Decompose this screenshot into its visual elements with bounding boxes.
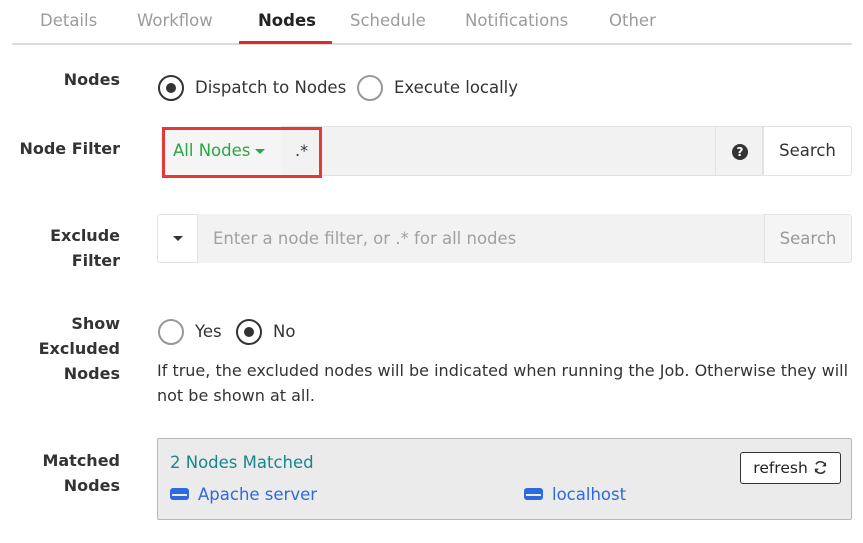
execute-locally-label[interactable]: Execute locally [394, 77, 518, 99]
show-excluded-no-radio[interactable] [236, 319, 262, 345]
tab-bar: Details Workflow Nodes Schedule Notifica… [12, 0, 852, 45]
node-name: localhost [552, 485, 627, 504]
tab-schedule[interactable]: Schedule [350, 11, 426, 30]
show-excluded-label-line1: Show [71, 314, 120, 333]
tab-notifications[interactable]: Notifications [465, 11, 568, 30]
node-filter-dropdown[interactable]: All Nodes [161, 127, 281, 175]
node-link-apache-server[interactable]: Apache server [170, 485, 317, 504]
server-icon [524, 487, 543, 500]
node-filter-input[interactable]: .* [281, 126, 715, 176]
exclude-filter-label-line2: Filter [71, 251, 120, 270]
exclude-filter-label: Exclude Filter [50, 223, 120, 273]
show-excluded-label-line3: Nodes [63, 364, 120, 383]
question-circle-icon: ? [732, 144, 748, 160]
server-icon [170, 487, 189, 500]
show-excluded-no-label[interactable]: No [273, 321, 295, 343]
exclude-filter-dropdown[interactable] [157, 214, 198, 263]
active-tab-indicator [239, 41, 332, 44]
tab-details[interactable]: Details [40, 11, 97, 30]
matched-nodes-count[interactable]: 2 Nodes Matched [170, 453, 314, 472]
refresh-icon [814, 460, 827, 475]
show-excluded-help-text: If true, the excluded nodes will be indi… [157, 361, 849, 405]
tab-nodes[interactable]: Nodes [258, 11, 316, 30]
tab-workflow[interactable]: Workflow [137, 11, 213, 30]
exclude-filter-label-line1: Exclude [50, 226, 120, 245]
show-excluded-label-line2: Excluded [38, 339, 120, 358]
caret-down-icon [255, 149, 266, 154]
node-link-localhost[interactable]: localhost [524, 485, 626, 504]
node-filter-search-button[interactable]: Search [763, 126, 852, 176]
node-filter-dropdown-label: All Nodes [173, 141, 251, 160]
matched-nodes-label-line1: Matched [42, 451, 120, 470]
show-excluded-yes-radio[interactable] [158, 319, 184, 345]
exclude-filter-input[interactable] [198, 214, 764, 263]
nodes-label: Nodes [63, 70, 120, 89]
matched-nodes-label: Matched Nodes [42, 448, 120, 498]
execute-locally-radio[interactable] [357, 75, 383, 101]
refresh-label: refresh [753, 459, 808, 477]
refresh-button[interactable]: refresh [740, 452, 841, 484]
caret-down-icon [173, 236, 183, 241]
filter-help-button[interactable]: ? [715, 126, 763, 176]
node-filter-label: Node Filter [19, 139, 120, 158]
matched-nodes-panel: 2 Nodes Matched refresh Apache server lo… [157, 438, 852, 520]
show-excluded-yes-label[interactable]: Yes [195, 321, 222, 343]
exclude-filter-search-button[interactable]: Search [764, 214, 852, 263]
tab-other[interactable]: Other [609, 11, 656, 30]
dispatch-to-nodes-radio[interactable] [158, 75, 184, 101]
show-excluded-nodes-label: Show Excluded Nodes [39, 311, 120, 386]
matched-nodes-label-line2: Nodes [63, 476, 120, 495]
node-name: Apache server [198, 485, 318, 504]
dispatch-to-nodes-label[interactable]: Dispatch to Nodes [195, 77, 346, 99]
